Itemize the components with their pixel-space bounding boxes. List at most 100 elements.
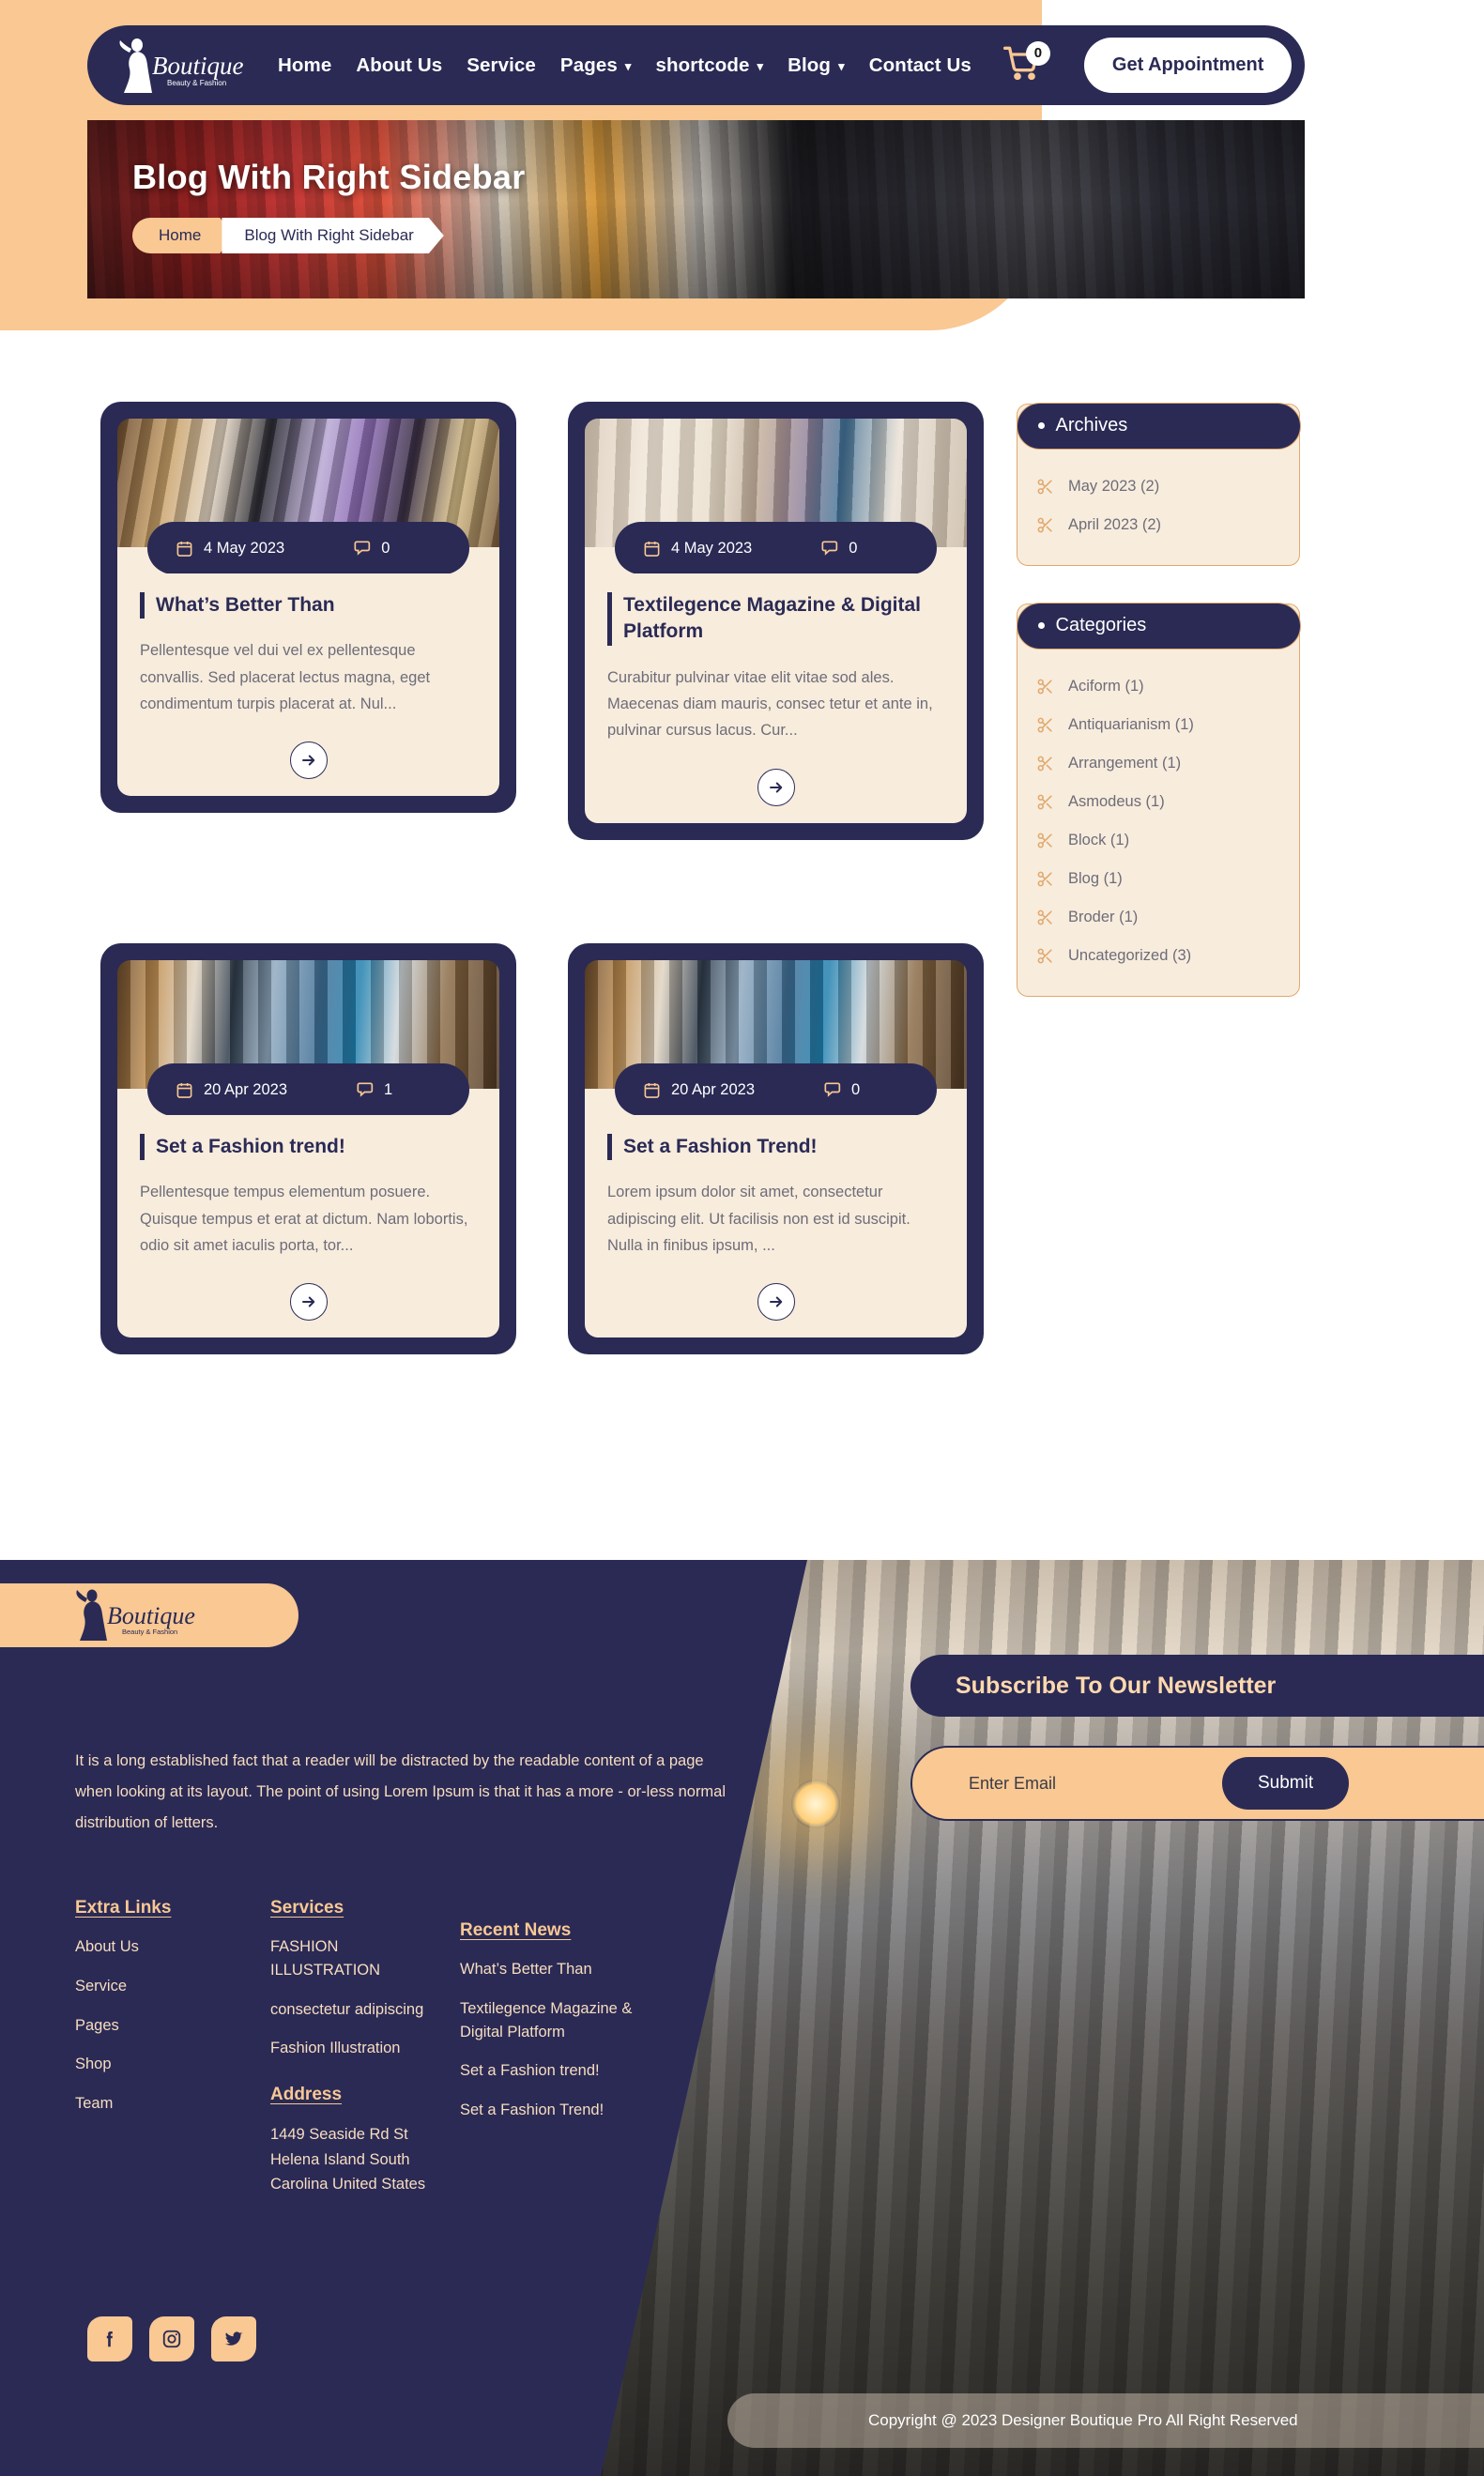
category-item[interactable]: Arrangement (1) <box>1036 744 1280 783</box>
post-meta: 4 May 2023 0 <box>147 522 469 573</box>
post-meta: 20 Apr 2023 0 <box>615 1063 937 1115</box>
archive-item[interactable]: May 2023 (2) <box>1036 467 1280 506</box>
calendar-icon <box>644 541 660 557</box>
post-date: 4 May 2023 <box>643 540 752 558</box>
post-title[interactable]: Textilegence Magazine & Digital Platform <box>607 592 944 646</box>
read-more-button[interactable] <box>757 768 795 806</box>
scissors-icon <box>1037 679 1052 695</box>
footer-address-text: 1449 Seaside Rd St Helena Island South C… <box>270 2126 426 2193</box>
footer-column-recent-news: Recent News What’s Better Than Textilege… <box>460 1920 634 2138</box>
scissors-icon <box>1037 717 1052 733</box>
hero-content: Blog With Right Sidebar Home Blog With R… <box>132 158 526 253</box>
facebook-icon <box>106 2331 113 2347</box>
footer-link-shop[interactable]: Shop <box>75 2053 235 2076</box>
cart-count-badge: 0 <box>1025 40 1050 66</box>
widget-categories-header: Categories <box>1016 602 1301 650</box>
nav-item-service[interactable]: Service <box>467 54 536 77</box>
newsletter-title: Subscribe To Our Newsletter <box>956 1672 1277 1699</box>
post-comments-count: 1 <box>384 1080 393 1098</box>
footer-link-team[interactable]: Team <box>75 2092 235 2116</box>
nav-label: Pages <box>559 53 618 76</box>
post-title[interactable]: Set a Fashion Trend! <box>607 1134 944 1161</box>
breadcrumb-current: Blog With Right Sidebar <box>222 218 443 253</box>
category-item[interactable]: Block (1) <box>1036 821 1280 860</box>
post-date-text: 20 Apr 2023 <box>204 1080 287 1098</box>
category-item[interactable]: Antiquarianism (1) <box>1036 706 1280 744</box>
facebook-button[interactable] <box>87 2316 132 2361</box>
nav-label: shortcode <box>655 53 750 76</box>
svg-text:Boutique: Boutique <box>107 1602 195 1629</box>
get-appointment-button[interactable]: Get Appointment <box>1083 38 1293 93</box>
footer-column-services: Services FASHION ILLUSTRATION consectetu… <box>270 1898 435 2213</box>
instagram-icon <box>162 2330 181 2348</box>
scissors-icon <box>1037 909 1052 925</box>
read-more-button[interactable] <box>289 1283 328 1322</box>
nav-item-blog[interactable]: Blog ▾ <box>788 54 845 77</box>
nav-item-contact-us[interactable]: Contact Us <box>869 54 971 77</box>
post-comments-count: 0 <box>849 539 858 557</box>
category-item[interactable]: Aciform (1) <box>1036 667 1280 706</box>
footer-logo[interactable]: Boutique Beauty & Fashion <box>0 1583 298 1647</box>
comment-icon <box>354 541 371 556</box>
category-item[interactable]: Blog (1) <box>1036 860 1280 898</box>
main-navbar: Boutique Beauty & Fashion Home About Us … <box>87 25 1305 105</box>
email-input[interactable] <box>969 1773 1213 1794</box>
post-date: 20 Apr 2023 <box>176 1081 287 1099</box>
breadcrumb-home[interactable]: Home <box>132 218 233 253</box>
post-excerpt: Pellentesque vel dui vel ex pellentesque… <box>140 642 431 713</box>
post-comments: 0 <box>352 539 390 558</box>
scissors-icon <box>1037 833 1052 848</box>
cart-button[interactable]: 0 <box>1002 40 1050 86</box>
svg-text:Beauty & Fashion: Beauty & Fashion <box>122 1628 177 1636</box>
category-item[interactable]: Asmodeus (1) <box>1036 783 1280 821</box>
post-comments-count: 0 <box>851 1080 861 1098</box>
nav-item-about-us[interactable]: About Us <box>356 54 442 77</box>
widget-title: Categories <box>1055 615 1147 635</box>
archive-label: April 2023 (2) <box>1068 516 1162 533</box>
blog-card[interactable]: 20 Apr 2023 0 Set a Fashion Trend! Lorem… <box>568 943 984 1355</box>
nav-label: Home <box>278 53 332 76</box>
read-more-button[interactable] <box>289 741 328 780</box>
footer-column-title: Services <box>270 1898 344 1918</box>
post-meta: 4 May 2023 0 <box>615 522 937 573</box>
newsletter-form: Submit <box>910 1746 1484 1821</box>
post-body: Set a Fashion trend! Pellentesque tempus… <box>117 1089 499 1338</box>
blog-card[interactable]: 4 May 2023 0 What’s Better Than Pellente… <box>100 402 516 814</box>
chevron-down-icon: ▾ <box>757 59 764 73</box>
nav-label: Contact Us <box>868 53 971 76</box>
newsletter-header: Subscribe To Our Newsletter <box>910 1655 1484 1717</box>
post-comments-count: 0 <box>381 539 390 557</box>
submit-button[interactable]: Submit <box>1222 1757 1350 1810</box>
post-comments: 0 <box>819 539 857 558</box>
footer-link-service[interactable]: Service <box>75 1975 235 1998</box>
footer-address-title: Address <box>270 2085 343 2104</box>
archive-item[interactable]: April 2023 (2) <box>1036 506 1280 544</box>
footer-service-fashion-illustration-2[interactable]: Fashion Illustration <box>270 2037 435 2060</box>
post-title[interactable]: What’s Better Than <box>140 592 477 619</box>
twitter-button[interactable] <box>211 2316 256 2361</box>
footer-link-pages[interactable]: Pages <box>75 2014 235 2038</box>
blog-card[interactable]: 4 May 2023 0 Textilegence Magazine & Dig… <box>568 402 984 840</box>
footer-news-item[interactable]: Set a Fashion trend! <box>460 2059 634 2083</box>
read-more-button[interactable] <box>757 1283 795 1322</box>
nav-item-shortcode[interactable]: shortcode ▾ <box>655 54 763 77</box>
nav-item-home[interactable]: Home <box>278 54 331 77</box>
scissors-icon <box>1037 948 1052 964</box>
footer-service-consectetur[interactable]: consectetur adipiscing <box>270 1998 435 2022</box>
footer-news-item[interactable]: What’s Better Than <box>460 1958 634 1981</box>
footer-service-fashion-illustration[interactable]: FASHION ILLUSTRATION <box>270 1935 435 1982</box>
footer-news-item[interactable]: Set a Fashion Trend! <box>460 2099 634 2122</box>
footer-news-item[interactable]: Textilegence Magazine & Digital Platform <box>460 1997 634 2044</box>
nav-item-pages[interactable]: Pages ▾ <box>560 54 632 77</box>
post-title[interactable]: Set a Fashion trend! <box>140 1134 477 1161</box>
blog-card[interactable]: 20 Apr 2023 1 Set a Fashion trend! Pelle… <box>100 943 516 1355</box>
category-label: Broder (1) <box>1068 909 1139 925</box>
category-item[interactable]: Uncategorized (3) <box>1036 937 1280 975</box>
category-item[interactable]: Broder (1) <box>1036 898 1280 937</box>
footer-link-about-us[interactable]: About Us <box>75 1935 235 1959</box>
category-label: Aciform (1) <box>1068 678 1144 695</box>
instagram-button[interactable] <box>149 2316 194 2361</box>
site-logo[interactable]: Boutique Beauty & Fashion <box>87 37 252 95</box>
post-body: Set a Fashion Trend! Lorem ipsum dolor s… <box>585 1089 967 1338</box>
arrow-right-icon <box>301 755 314 766</box>
